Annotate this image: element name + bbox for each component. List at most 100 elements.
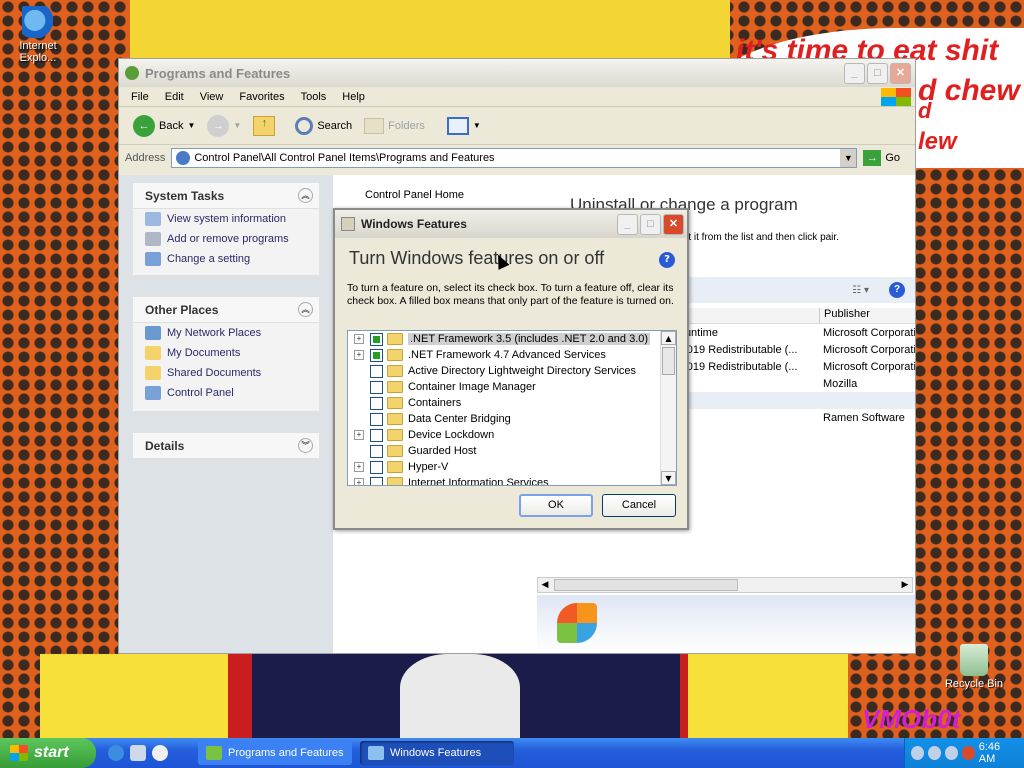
volume-tray-icon[interactable] xyxy=(944,746,958,760)
dialog-minimize-button[interactable]: _ xyxy=(617,213,638,235)
feature-net-framework-35[interactable]: + .NET Framework 3.5 (includes .NET 2.0 … xyxy=(348,331,676,347)
features-vertical-scrollbar[interactable]: ▲ ▼ xyxy=(660,331,676,485)
feature-checkbox[interactable] xyxy=(370,348,383,362)
expand-chevron-icon[interactable]: ︾ xyxy=(298,438,313,453)
task-view-system-information[interactable]: View system information xyxy=(133,209,319,229)
expand-icon[interactable]: + xyxy=(354,478,364,485)
go-button[interactable]: → Go xyxy=(863,150,900,166)
window-titlebar[interactable]: Programs and Features _ □ ✕ xyxy=(119,59,915,87)
security-tray-icon[interactable] xyxy=(961,746,975,760)
feature-checkbox[interactable] xyxy=(370,364,383,378)
feature-checkbox[interactable] xyxy=(370,428,383,442)
table-row[interactable]: Runtime Microsoft Corporati xyxy=(673,324,915,341)
expand-icon[interactable]: + xyxy=(354,430,364,440)
menu-tools[interactable]: Tools xyxy=(293,91,335,103)
column-header-name[interactable] xyxy=(673,308,819,323)
scrollbar-thumb[interactable] xyxy=(554,579,738,591)
control-panel-icon xyxy=(176,151,191,165)
forward-button[interactable]: → ▼ xyxy=(203,113,245,139)
details-header[interactable]: Details ︾ xyxy=(133,433,319,459)
feature-net-framework-47[interactable]: + .NET Framework 4.7 Advanced Services xyxy=(348,347,676,363)
help-icon[interactable]: ? xyxy=(889,282,905,298)
back-dropdown-icon[interactable]: ▼ xyxy=(187,121,195,130)
tray-expand-icon[interactable] xyxy=(911,746,924,760)
system-tasks-header[interactable]: System Tasks ︽ xyxy=(133,183,319,209)
control-panel-home-link[interactable]: Control Panel Home xyxy=(365,189,464,201)
address-field[interactable]: Control Panel\All Control Panel Items\Pr… xyxy=(171,148,858,168)
address-dropdown-icon[interactable]: ▼ xyxy=(840,149,857,167)
collapse-chevron-icon[interactable]: ︽ xyxy=(298,188,313,203)
feature-data-center-bridging[interactable]: Data Center Bridging xyxy=(348,411,676,427)
maximize-button[interactable]: □ xyxy=(867,62,888,84)
search-button[interactable]: Search xyxy=(291,115,356,137)
place-my-documents[interactable]: My Documents xyxy=(133,343,319,363)
expand-icon[interactable]: + xyxy=(354,334,364,344)
close-button[interactable]: ✕ xyxy=(890,62,911,84)
feature-active-directory-lds[interactable]: Active Directory Lightweight Directory S… xyxy=(348,363,676,379)
feature-checkbox[interactable] xyxy=(370,444,383,458)
feature-checkbox[interactable] xyxy=(370,412,383,426)
up-folder-button[interactable]: ↑ xyxy=(249,114,279,138)
feature-label: Internet Information Services xyxy=(408,477,549,486)
feature-checkbox[interactable] xyxy=(370,476,383,485)
network-places-icon xyxy=(145,326,161,340)
feature-device-lockdown[interactable]: + Device Lockdown xyxy=(348,427,676,443)
column-header-publisher[interactable]: Publisher xyxy=(819,308,915,323)
feature-guarded-host[interactable]: Guarded Host xyxy=(348,443,676,459)
menu-help[interactable]: Help xyxy=(334,91,373,103)
feature-checkbox[interactable] xyxy=(370,380,383,394)
ok-button[interactable]: OK xyxy=(519,494,593,517)
table-row[interactable]: Ramen Software xyxy=(673,409,915,426)
scroll-left-icon[interactable]: ◀ xyxy=(538,580,552,590)
expand-icon[interactable]: + xyxy=(354,350,364,360)
taskbar-button-programs-features[interactable]: Programs and Features xyxy=(198,741,352,765)
back-button[interactable]: ← Back ▼ xyxy=(129,113,199,139)
menu-view[interactable]: View xyxy=(192,91,232,103)
scroll-right-icon[interactable]: ▶ xyxy=(898,580,912,590)
media-player-icon[interactable] xyxy=(152,745,168,761)
minimize-button[interactable]: _ xyxy=(844,62,865,84)
internet-explorer-desktop-icon[interactable]: Internet Explo... xyxy=(3,6,73,64)
scroll-down-icon[interactable]: ▼ xyxy=(661,471,676,485)
ie-quicklaunch-icon[interactable] xyxy=(108,745,124,761)
place-control-panel[interactable]: Control Panel xyxy=(133,383,319,403)
recycle-bin-desktop-icon[interactable]: Recycle Bin xyxy=(939,644,1009,690)
table-row[interactable]: -2019 Redistributable (... Microsoft Cor… xyxy=(673,358,915,375)
feature-checkbox[interactable] xyxy=(370,396,383,410)
place-my-network-places[interactable]: My Network Places xyxy=(133,323,319,343)
feature-hyper-v[interactable]: + Hyper-V xyxy=(348,459,676,475)
dialog-close-button[interactable]: ✕ xyxy=(663,213,684,235)
feature-containers[interactable]: Containers xyxy=(348,395,676,411)
expand-icon[interactable]: + xyxy=(354,462,364,472)
show-desktop-icon[interactable] xyxy=(130,745,146,761)
feature-checkbox[interactable] xyxy=(370,460,383,474)
task-change-setting[interactable]: Change a setting xyxy=(133,249,319,269)
dialog-help-icon[interactable]: ? xyxy=(659,252,675,268)
folders-button[interactable]: Folders xyxy=(360,116,429,136)
view-options-icon[interactable]: ☷ ▾ xyxy=(852,285,869,296)
cancel-button[interactable]: Cancel xyxy=(602,494,676,517)
table-row[interactable]: -2019 Redistributable (... Microsoft Cor… xyxy=(673,341,915,358)
task-add-remove-programs[interactable]: Add or remove programs xyxy=(133,229,319,249)
scroll-up-icon[interactable]: ▲ xyxy=(661,331,676,345)
table-row[interactable]: Mozilla xyxy=(673,375,915,392)
feature-container-image-manager[interactable]: Container Image Manager xyxy=(348,379,676,395)
clock[interactable]: 6:46 AM xyxy=(979,741,1016,765)
horizontal-scrollbar[interactable]: ◀ ▶ xyxy=(537,577,913,593)
table-row[interactable] xyxy=(673,392,915,409)
feature-checkbox[interactable] xyxy=(370,332,383,346)
start-button[interactable]: start xyxy=(0,738,96,768)
other-places-header[interactable]: Other Places ︽ xyxy=(133,297,319,323)
place-shared-documents[interactable]: Shared Documents xyxy=(133,363,319,383)
menu-edit[interactable]: Edit xyxy=(157,91,192,103)
dialog-titlebar[interactable]: Windows Features _ □ ✕ xyxy=(335,210,687,238)
views-button[interactable]: ▼ xyxy=(443,115,485,137)
collapse-chevron-icon[interactable]: ︽ xyxy=(298,302,313,317)
taskbar-button-windows-features[interactable]: Windows Features xyxy=(360,741,514,765)
feature-iis[interactable]: + Internet Information Services xyxy=(348,475,676,486)
dialog-maximize-button[interactable]: □ xyxy=(640,213,661,235)
menu-file[interactable]: File xyxy=(123,91,157,103)
scrollbar-thumb[interactable] xyxy=(662,347,675,375)
network-tray-icon[interactable] xyxy=(927,746,941,760)
menu-favorites[interactable]: Favorites xyxy=(231,91,292,103)
